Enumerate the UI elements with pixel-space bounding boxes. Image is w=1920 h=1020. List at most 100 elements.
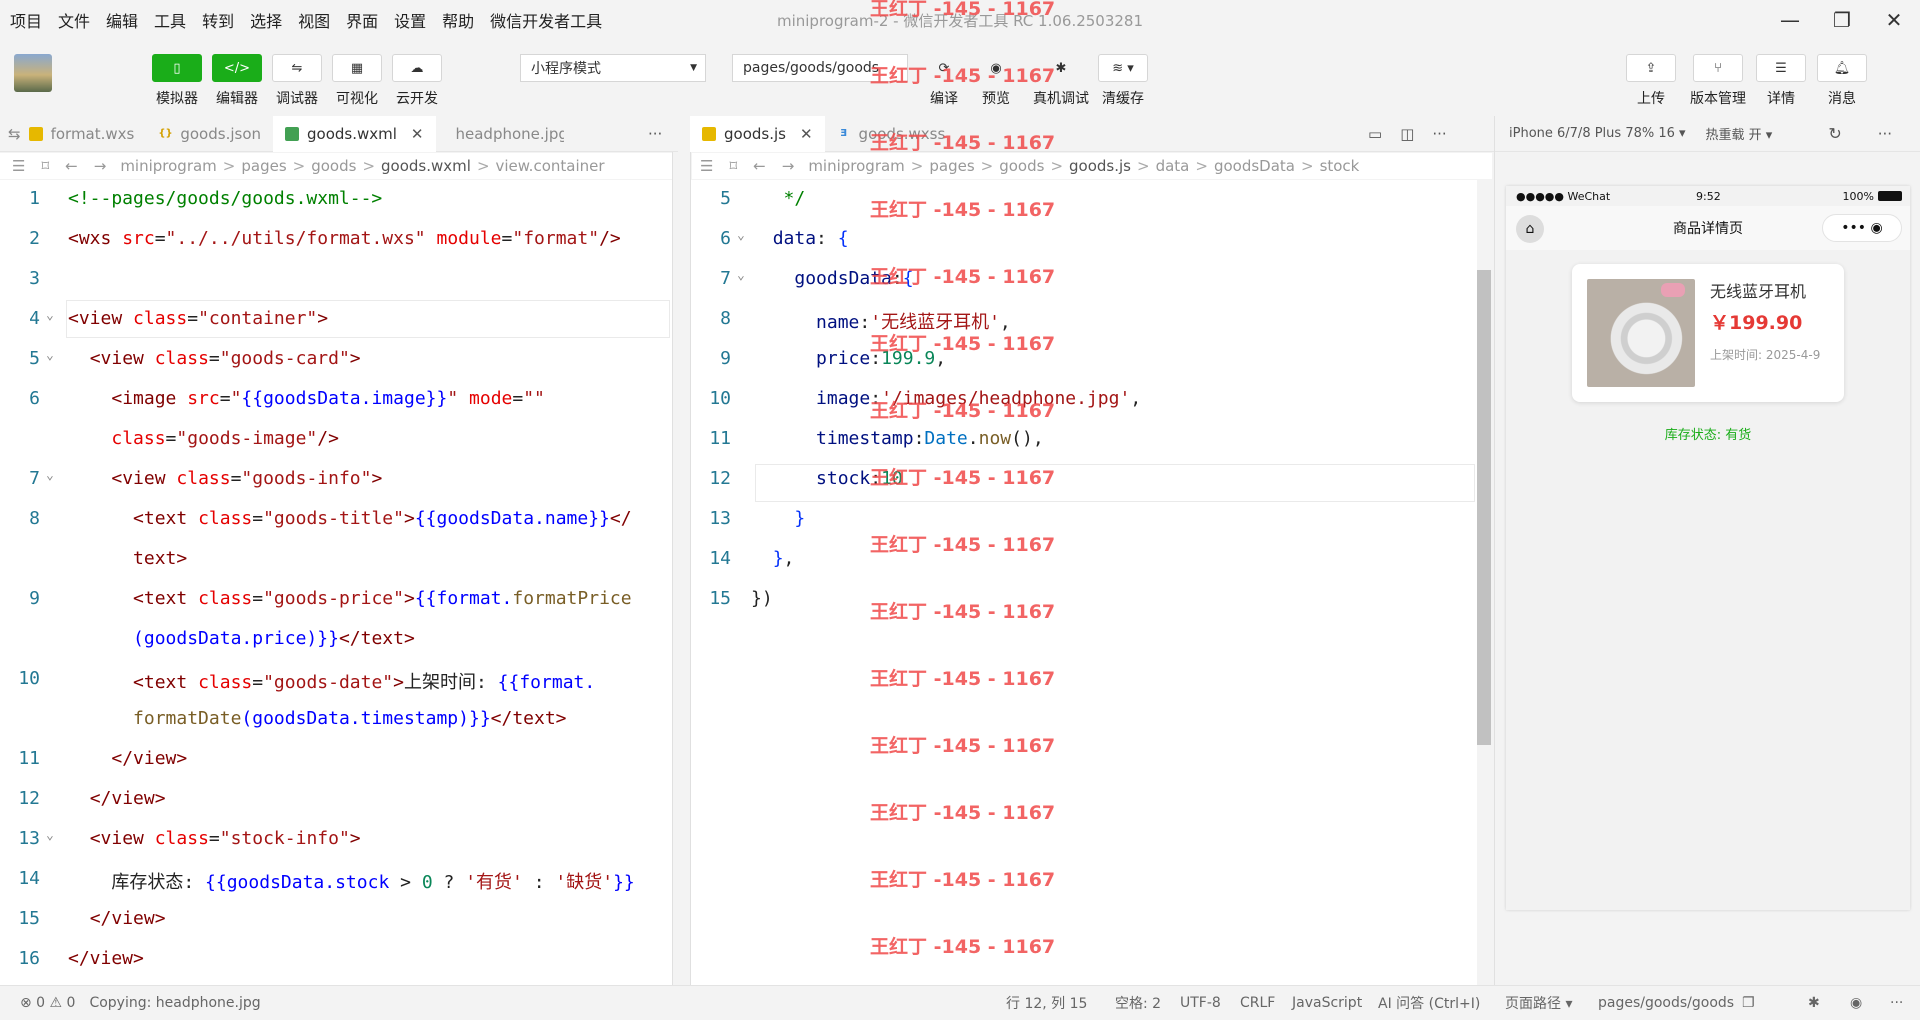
tab-goods-wxml[interactable]: goods.wxml ✕ bbox=[273, 116, 436, 152]
fold-chevron-icon[interactable]: ⌄ bbox=[737, 268, 745, 283]
js-editor[interactable]: 5 */6 data: {⌄ 7 goodsData:{⌄ 8 name:'无线蓝牙… bbox=[691, 180, 1477, 985]
mode-select[interactable]: 小程序模式 ▼ bbox=[520, 54, 706, 82]
tab-goods-js[interactable]: goods.js ✕ bbox=[690, 116, 825, 152]
debugger-button[interactable]: ⇋ 调试器 bbox=[272, 54, 322, 108]
code-line[interactable]: </view> bbox=[68, 788, 166, 828]
menu-goto[interactable]: 转到 bbox=[202, 8, 234, 32]
clear-cache-button[interactable]: ≋ ▾ 清缓存 bbox=[1098, 54, 1148, 108]
breadcrumb-item[interactable]: goods.js bbox=[1069, 157, 1131, 175]
fold-chevron-icon[interactable]: ⌄ bbox=[737, 228, 745, 243]
code-line[interactable]: 库存状态: {{goodsData.stock > 0 ? '有货' : '缺货… bbox=[68, 868, 634, 908]
code-line[interactable]: <view class="goods-card"> bbox=[68, 348, 361, 388]
minimize-button[interactable]: — bbox=[1764, 0, 1816, 40]
forward-icon[interactable]: → bbox=[94, 157, 107, 175]
editor-scrollbar[interactable] bbox=[1477, 270, 1491, 745]
cloud-button[interactable]: ☁ 云开发 bbox=[392, 54, 442, 108]
ai-assistant[interactable]: AI 问答 (Ctrl+I) bbox=[1378, 993, 1480, 1013]
upload-button[interactable]: ⇪ 上传 bbox=[1626, 54, 1676, 108]
rotate-icon[interactable]: ↻ bbox=[1828, 124, 1841, 143]
restore-button[interactable]: ❐ bbox=[1816, 0, 1868, 40]
details-button[interactable]: ☰ 详情 bbox=[1756, 54, 1806, 108]
fold-chevron-icon[interactable]: ⌄ bbox=[46, 348, 54, 363]
comment-icon[interactable]: ▭ bbox=[1368, 125, 1382, 143]
code-line[interactable]: <!--pages/goods/goods.wxml--> bbox=[68, 188, 382, 228]
tab-format-wxs[interactable]: ⇆ format.wxs bbox=[0, 116, 146, 152]
more-icon[interactable]: ··· bbox=[1878, 125, 1892, 143]
indentation[interactable]: 空格: 2 bbox=[1115, 993, 1161, 1013]
back-icon[interactable]: ← bbox=[65, 157, 78, 175]
copy-icon[interactable]: ❐ bbox=[1742, 995, 1755, 1011]
avatar[interactable] bbox=[14, 54, 52, 92]
breadcrumb-item[interactable]: miniprogram bbox=[120, 157, 216, 175]
capsule-menu[interactable]: ••• ◉ bbox=[1822, 214, 1902, 242]
code-line[interactable]: image:'/images/headphone.jpg', bbox=[751, 388, 1141, 428]
tab-headphone-jpg[interactable]: headphone.jpg bbox=[436, 116, 564, 152]
remote-debug-button[interactable]: ✱ 真机调试 bbox=[1030, 54, 1092, 108]
eye-icon[interactable]: ◉ bbox=[1850, 995, 1862, 1011]
code-line[interactable]: goodsData:{ bbox=[751, 268, 913, 308]
code-line[interactable]: }) bbox=[751, 588, 773, 628]
preview-button[interactable]: ◉ 预览 bbox=[974, 54, 1018, 108]
code-line[interactable]: </view> bbox=[68, 908, 166, 948]
menu-settings[interactable]: 设置 bbox=[394, 8, 426, 32]
page-path-select[interactable]: 页面路径 ▾ bbox=[1505, 993, 1572, 1013]
menu-view[interactable]: 视图 bbox=[298, 8, 330, 32]
breadcrumb-item[interactable]: data bbox=[1156, 157, 1190, 175]
breadcrumb-item[interactable]: pages bbox=[241, 157, 286, 175]
home-icon[interactable]: ⌂ bbox=[1516, 215, 1544, 243]
code-line[interactable]: data: { bbox=[751, 228, 849, 268]
more-icon[interactable]: ··· bbox=[1890, 995, 1903, 1011]
breadcrumb-item[interactable]: miniprogram bbox=[808, 157, 904, 175]
code-line[interactable]: </view> bbox=[68, 948, 144, 985]
code-line[interactable]: <text class="goods-price">{{format.forma… bbox=[68, 588, 632, 628]
code-line[interactable]: <view class="goods-info"> bbox=[68, 468, 382, 508]
code-line[interactable]: </view> bbox=[68, 748, 187, 788]
page-select[interactable]: pages/goods/goods bbox=[732, 54, 908, 82]
visual-button[interactable]: ▦ 可视化 bbox=[332, 54, 382, 108]
menu-interface[interactable]: 界面 bbox=[346, 8, 378, 32]
breadcrumb-item[interactable]: goods bbox=[999, 157, 1044, 175]
split-editor-icon[interactable]: ◫ bbox=[1400, 125, 1414, 143]
goods-card[interactable]: 无线蓝牙耳机 ￥199.90 上架时间: 2025-4-9 bbox=[1572, 264, 1844, 402]
code-line[interactable]: (goodsData.price)}}</text> bbox=[68, 628, 415, 668]
code-line[interactable]: formatDate(goodsData.timestamp)}}</text> bbox=[68, 708, 566, 748]
code-line[interactable]: <text class="goods-title">{{goodsData.na… bbox=[68, 508, 632, 548]
code-line[interactable]: <wxs src="../../utils/format.wxs" module… bbox=[68, 228, 621, 268]
code-line[interactable]: price:199.9, bbox=[751, 348, 946, 388]
cursor-position[interactable]: 行 12, 列 15 bbox=[1006, 993, 1087, 1013]
more-icon[interactable]: ··· bbox=[648, 125, 662, 143]
code-line[interactable]: timestamp:Date.now(), bbox=[751, 428, 1044, 468]
close-icon[interactable]: ✕ bbox=[411, 125, 424, 143]
device-select[interactable]: iPhone 6/7/8 Plus 78% 16 ▾ bbox=[1509, 126, 1686, 141]
breadcrumb-item[interactable]: goods bbox=[311, 157, 356, 175]
back-icon[interactable]: ← bbox=[753, 157, 766, 175]
problems-indicator[interactable]: ⊗ 0 ⚠ 0 bbox=[20, 995, 75, 1011]
forward-icon[interactable]: → bbox=[782, 157, 795, 175]
code-line[interactable]: */ bbox=[751, 188, 806, 228]
line-ending[interactable]: CRLF bbox=[1240, 995, 1275, 1011]
code-line[interactable]: } bbox=[751, 508, 805, 548]
menu-tools[interactable]: 工具 bbox=[154, 8, 186, 32]
menu-select[interactable]: 选择 bbox=[250, 8, 282, 32]
breadcrumb-item[interactable]: view.container bbox=[496, 157, 605, 175]
code-line[interactable]: <text class="goods-date">上架时间: {{format. bbox=[68, 668, 595, 708]
simulator-button[interactable]: ▯ 模拟器 bbox=[152, 54, 202, 108]
menu-file[interactable]: 文件 bbox=[58, 8, 90, 32]
breadcrumb-item[interactable]: pages bbox=[929, 157, 974, 175]
tab-goods-wxss[interactable]: Ǝ goods.wxss bbox=[825, 116, 958, 152]
menu-help[interactable]: 帮助 bbox=[442, 8, 474, 32]
tab-goods-json[interactable]: {} goods.json bbox=[146, 116, 273, 152]
bug-icon[interactable]: ✱ bbox=[1808, 995, 1820, 1011]
code-line[interactable]: class="goods-image"/> bbox=[68, 428, 339, 468]
code-line[interactable]: }, bbox=[751, 548, 795, 588]
encoding[interactable]: UTF-8 bbox=[1180, 995, 1221, 1011]
messages-button[interactable]: 🔔︎ 消息 bbox=[1817, 54, 1867, 108]
more-icon[interactable]: ··· bbox=[1432, 125, 1446, 143]
editor-splitter[interactable] bbox=[672, 152, 673, 985]
close-window-button[interactable]: ✕ bbox=[1868, 0, 1920, 40]
menu-edit[interactable]: 编辑 bbox=[106, 8, 138, 32]
version-button[interactable]: ⑂ 版本管理 bbox=[1690, 54, 1746, 108]
menu-project[interactable]: 项目 bbox=[10, 8, 42, 32]
menu-devtools[interactable]: 微信开发者工具 bbox=[490, 8, 602, 32]
bookmark-icon[interactable]: ⌑ bbox=[41, 157, 49, 175]
